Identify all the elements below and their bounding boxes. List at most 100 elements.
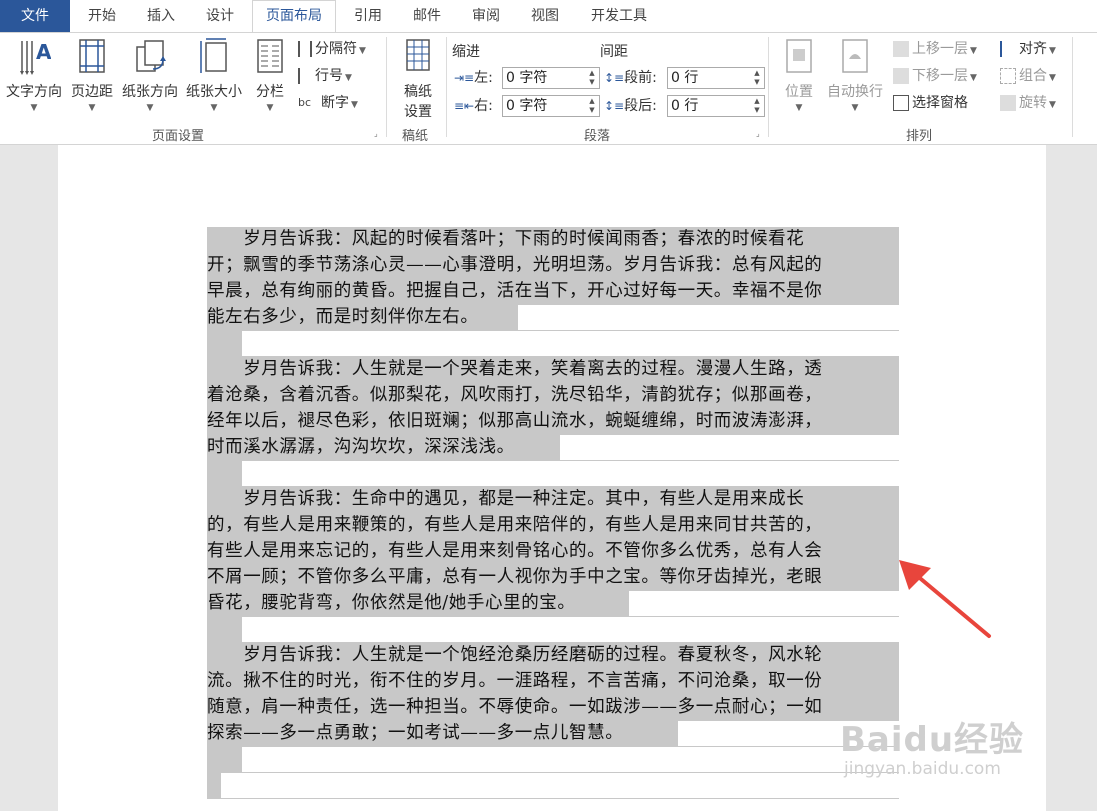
paragraph-launcher-icon[interactable]: ⌟: [756, 130, 764, 138]
chevron-down-icon: ▼: [146, 103, 154, 113]
columns-button[interactable]: 分栏 ▼: [250, 37, 290, 117]
chevron-down-icon: ▼: [1049, 46, 1056, 56]
spacing-after-input[interactable]: 0 行 ▲ ▼: [667, 95, 765, 117]
document-line[interactable]: [207, 461, 899, 487]
document-line[interactable]: 早晨，总有绚丽的黄昏。把握自己，活在当下，开心过好每一天。幸福不是你: [207, 279, 899, 305]
document-line[interactable]: [207, 617, 899, 643]
tab-page-layout[interactable]: 页面布局: [252, 0, 336, 32]
watermark-url: jingyan.baidu.com: [844, 759, 1001, 779]
document-line[interactable]: 流。揪不住的时光，衔不住的岁月。一涯路程，不言苦痛，不问沧桑，取一份: [207, 669, 899, 695]
line-text: 岁月告诉我：生命中的遇见，都是一种注定。其中，有些人是用来成长: [207, 489, 805, 509]
ribbon-tab-bar: 文件 开始 插入 设计 页面布局 引用 邮件 审阅 视图 开发工具: [0, 0, 1097, 32]
document-line[interactable]: 的，有些人是用来鞭策的，有些人是用来陪伴的，有些人是用来同甘共苦的，: [207, 513, 899, 539]
rotate-button[interactable]: 旋转 ▼: [1000, 92, 1056, 114]
tab-design[interactable]: 设计: [192, 0, 248, 32]
document-line[interactable]: 昏花，腰驼背弯，你依然是他/她手心里的宝。: [207, 591, 899, 617]
spinner-arrows-icon[interactable]: ▲ ▼: [587, 97, 597, 115]
selection-pane-button[interactable]: 选择窗格: [893, 92, 968, 114]
document-line[interactable]: 岁月告诉我：生命中的遇见，都是一种注定。其中，有些人是用来成长: [207, 487, 899, 513]
bring-forward-button[interactable]: 上移一层 ▼: [893, 38, 977, 60]
tab-developer[interactable]: 开发工具: [580, 0, 658, 32]
document-line[interactable]: 开；飘雪的季节荡涤心灵——心事澄明，光明坦荡。岁月告诉我：总有风起的: [207, 253, 899, 279]
page-setup-launcher-icon[interactable]: ⌟: [374, 130, 382, 138]
tab-file[interactable]: 文件: [0, 0, 70, 32]
line-text: 开；飘雪的季节荡涤心灵——心事澄明，光明坦荡。岁月告诉我：总有风起的: [207, 255, 823, 275]
line-numbers-icon: [298, 68, 312, 84]
wrap-text-button[interactable]: 自动换行 ▼: [822, 37, 888, 117]
document-line[interactable]: 不屑一顾；不管你多么平庸，总有一人视你为手中之宝。等你牙齿掉光，老眼: [207, 565, 899, 591]
align-label: 对齐: [1019, 41, 1047, 57]
document-line[interactable]: 随意，肩一种责任，选一种担当。不辱使命。一如跋涉——多一点耐心；一如: [207, 695, 899, 721]
indent-right-input[interactable]: 0 字符 ▲ ▼: [502, 95, 600, 117]
group-separator: [768, 37, 769, 137]
rotate-icon: [1000, 95, 1016, 111]
group-button[interactable]: 组合 ▼: [1000, 65, 1056, 87]
document-line[interactable]: 岁月告诉我：风起的时候看落叶；下雨的时候闻雨香；春浓的时候看花: [207, 227, 899, 253]
spacing-before-input[interactable]: 0 行 ▲ ▼: [667, 67, 765, 89]
tab-view[interactable]: 视图: [517, 0, 573, 32]
chevron-down-icon: ▼: [851, 103, 859, 113]
send-backward-button[interactable]: 下移一层 ▼: [893, 65, 977, 87]
manuscript-settings-button[interactable]: 稿纸 设置: [392, 37, 444, 123]
text-direction-button[interactable]: A 文字方向 ▼: [2, 37, 66, 117]
hyphenation-label: 断字: [321, 95, 349, 111]
columns-label: 分栏: [256, 84, 284, 100]
text-direction-icon: A: [20, 40, 51, 75]
spinner-arrows-icon[interactable]: ▲ ▼: [752, 69, 762, 87]
document-line[interactable]: 岁月告诉我：人生就是一个饱经沧桑历经磨砺的过程。春夏秋冬，风水轮: [207, 643, 899, 669]
rotate-label: 旋转: [1019, 95, 1047, 111]
align-icon: [1000, 41, 1016, 57]
document-line[interactable]: 岁月告诉我：人生就是一个哭着走来，笑着离去的过程。漫漫人生路，透: [207, 357, 899, 383]
line-text: 时而溪水潺潺，沟沟坎坎，深深浅浅。: [207, 437, 515, 457]
document-line[interactable]: 有些人是用来忘记的，有些人是用来刻骨铭心的。不管你多么优秀，总有人会: [207, 539, 899, 565]
position-button[interactable]: 位置 ▼: [776, 37, 822, 117]
selection-highlight: [207, 773, 221, 798]
chevron-down-icon: ▼: [345, 73, 352, 83]
document-line[interactable]: 着沧桑，含着沉香。似那梨花，风吹雨打，洗尽铅华，清韵犹存；似那画卷，: [207, 383, 899, 409]
line-numbers-button[interactable]: 行号 ▼: [298, 65, 352, 87]
hyphenation-button[interactable]: bc 断字 ▼: [298, 92, 358, 114]
chevron-down-icon: ▼: [351, 100, 358, 110]
spacing-title: 间距: [600, 44, 628, 60]
chevron-down-icon: ▼: [359, 46, 366, 56]
wrap-text-label: 自动换行: [827, 84, 883, 100]
margins-label: 页边距: [71, 84, 113, 100]
document-line[interactable]: [207, 331, 899, 357]
breaks-button[interactable]: 分隔符 ▼: [298, 38, 366, 60]
manuscript-group-label: 稿纸: [402, 129, 429, 144]
line-text: 岁月告诉我：风起的时候看落叶；下雨的时候闻雨香；春浓的时候看花: [207, 229, 805, 249]
spacing-after-label: ↕≡段后:: [604, 98, 657, 114]
line-text: 探索——多一点勇敢；一如考试——多一点儿智慧。: [207, 723, 624, 743]
document-line[interactable]: [207, 773, 899, 799]
orientation-button[interactable]: 纸张方向 ▼: [118, 37, 182, 117]
position-label: 位置: [785, 84, 813, 100]
tab-references[interactable]: 引用: [340, 0, 396, 32]
size-button[interactable]: 纸张大小 ▼: [182, 37, 246, 117]
indent-right-icon: ≡⇤: [454, 99, 475, 113]
line-text: 能左右多少，而是时刻伴你左右。: [207, 307, 479, 327]
document-line[interactable]: 能左右多少，而是时刻伴你左右。: [207, 305, 899, 331]
bring-forward-icon: [893, 41, 909, 57]
document-line[interactable]: [207, 747, 899, 773]
line-numbers-label: 行号: [315, 68, 343, 84]
document-line[interactable]: 时而溪水潺潺，沟沟坎坎，深深浅浅。: [207, 435, 899, 461]
tab-mailings[interactable]: 邮件: [399, 0, 455, 32]
spinner-arrows-icon[interactable]: ▲ ▼: [587, 69, 597, 87]
tab-home[interactable]: 开始: [74, 0, 130, 32]
chevron-down-icon: ▼: [1049, 73, 1056, 83]
chevron-down-icon: ▼: [970, 46, 977, 56]
spinner-arrows-icon[interactable]: ▲ ▼: [752, 97, 762, 115]
tab-insert[interactable]: 插入: [133, 0, 189, 32]
page-size-icon: [200, 38, 227, 73]
align-button[interactable]: 对齐 ▼: [1000, 38, 1056, 60]
group-label: 组合: [1019, 68, 1047, 84]
indent-left-input[interactable]: 0 字符 ▲ ▼: [502, 67, 600, 89]
send-backward-icon: [893, 68, 909, 84]
document-line[interactable]: 经年以后，褪尽色彩，依旧斑斓；似那高山流水，蜿蜒缠绵，时而波涛澎湃，: [207, 409, 899, 435]
document-line[interactable]: 探索——多一点勇敢；一如考试——多一点儿智慧。: [207, 721, 899, 747]
tab-review[interactable]: 审阅: [458, 0, 514, 32]
margins-button[interactable]: 页边距 ▼: [66, 37, 118, 117]
line-text: 有些人是用来忘记的，有些人是用来刻骨铭心的。不管你多么优秀，总有人会: [207, 541, 823, 561]
line-text: 早晨，总有绚丽的黄昏。把握自己，活在当下，开心过好每一天。幸福不是你: [207, 281, 823, 301]
position-icon: [786, 39, 812, 73]
